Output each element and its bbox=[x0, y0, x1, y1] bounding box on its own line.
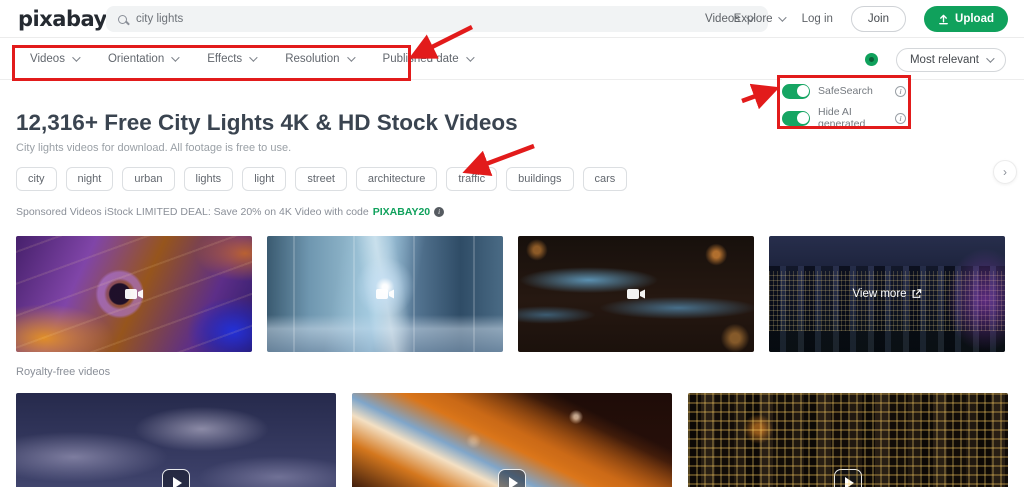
tag-traffic[interactable]: traffic bbox=[446, 167, 497, 191]
chevron-down-icon bbox=[249, 53, 257, 61]
sponsored-banner: Sponsored Videos iStock LIMITED DEAL: Sa… bbox=[16, 206, 444, 218]
tags-scroll-next-button[interactable]: › bbox=[993, 160, 1017, 184]
tag-city[interactable]: city bbox=[16, 167, 57, 191]
sponsored-video-motion-blur-street[interactable] bbox=[267, 236, 503, 352]
video-highrise-windows[interactable] bbox=[688, 393, 1008, 487]
external-link-icon bbox=[912, 289, 922, 299]
sponsored-view-more-card[interactable]: View more bbox=[769, 236, 1005, 352]
chevron-down-icon bbox=[986, 54, 994, 62]
info-icon[interactable]: i bbox=[895, 86, 906, 97]
search-icon bbox=[118, 15, 127, 24]
join-button[interactable]: Join bbox=[851, 6, 906, 32]
sponsored-text: Sponsored Videos iStock LIMITED DEAL: Sa… bbox=[16, 206, 369, 218]
video-camera-icon bbox=[627, 288, 645, 300]
login-link[interactable]: Log in bbox=[802, 13, 833, 25]
search-settings-panel: SafeSearch i Hide AI generated i bbox=[782, 79, 906, 133]
search-input[interactable] bbox=[136, 13, 697, 25]
search-bar[interactable]: Videos bbox=[106, 6, 768, 32]
filter-orientation[interactable]: Orientation bbox=[108, 53, 177, 65]
filter-label: Resolution bbox=[285, 53, 339, 65]
sort-label: Most relevant bbox=[910, 54, 979, 66]
info-icon[interactable]: i bbox=[895, 113, 906, 124]
chevron-down-icon bbox=[72, 53, 80, 61]
tag-lights[interactable]: lights bbox=[184, 167, 234, 191]
tag-street[interactable]: street bbox=[295, 167, 347, 191]
chevron-down-icon bbox=[347, 53, 355, 61]
upload-icon bbox=[938, 14, 949, 25]
tag-cars[interactable]: cars bbox=[583, 167, 628, 191]
video-camera-icon bbox=[125, 288, 143, 300]
upload-button[interactable]: Upload bbox=[924, 6, 1008, 32]
filter-label: Effects bbox=[207, 53, 242, 65]
filter-media-type[interactable]: Videos bbox=[30, 53, 78, 65]
safesearch-row: SafeSearch i bbox=[782, 79, 906, 103]
safesearch-toggle[interactable] bbox=[782, 84, 810, 99]
filter-bar-right: Most relevant bbox=[865, 39, 1006, 80]
login-label: Log in bbox=[802, 13, 833, 25]
settings-icon[interactable] bbox=[865, 53, 878, 66]
info-icon[interactable]: i bbox=[434, 207, 444, 217]
header-nav: Explore Log in Join Upload bbox=[734, 0, 1008, 38]
view-more-link[interactable]: View more bbox=[852, 288, 921, 300]
video-night-sky-clouds[interactable] bbox=[16, 393, 336, 487]
hide-ai-row: Hide AI generated i bbox=[782, 106, 906, 130]
filter-resolution[interactable]: Resolution bbox=[285, 53, 352, 65]
sponsored-video-blue-light-trails[interactable] bbox=[518, 236, 754, 352]
royalty-free-video-row bbox=[16, 393, 1008, 487]
top-navbar: pixabay Videos Explore Log in Join Up bbox=[0, 0, 1024, 38]
tag-buildings[interactable]: buildings bbox=[506, 167, 573, 191]
hide-ai-label: Hide AI generated bbox=[818, 106, 895, 130]
filter-label: Published date bbox=[383, 53, 459, 65]
sponsored-video-aerial-interchange[interactable] bbox=[16, 236, 252, 352]
related-tags: city night urban lights light street arc… bbox=[16, 167, 627, 191]
video-camera-icon bbox=[376, 288, 394, 300]
filter-bar: Videos Orientation Effects Resolution Pu… bbox=[0, 39, 1024, 80]
annotation-arrow-toggles bbox=[742, 90, 772, 101]
tag-night[interactable]: night bbox=[66, 167, 114, 191]
play-icon bbox=[162, 469, 190, 487]
tag-light[interactable]: light bbox=[242, 167, 286, 191]
filter-effects[interactable]: Effects bbox=[207, 53, 255, 65]
video-orange-light-trails[interactable] bbox=[352, 393, 672, 487]
explore-menu[interactable]: Explore bbox=[734, 13, 784, 25]
explore-label: Explore bbox=[734, 13, 773, 25]
play-icon bbox=[834, 469, 862, 487]
chevron-down-icon bbox=[778, 13, 786, 21]
chevron-down-icon bbox=[171, 53, 179, 61]
pixabay-logo[interactable]: pixabay bbox=[18, 7, 107, 31]
purple-glow-graphic bbox=[945, 248, 1005, 352]
play-icon bbox=[498, 469, 526, 487]
royalty-free-section-label: Royalty-free videos bbox=[16, 366, 110, 378]
tag-architecture[interactable]: architecture bbox=[356, 167, 437, 191]
page-subtitle: City lights videos for download. All foo… bbox=[16, 142, 291, 154]
hide-ai-toggle[interactable] bbox=[782, 111, 810, 126]
upload-label: Upload bbox=[955, 13, 994, 25]
filter-dropdowns: Videos Orientation Effects Resolution Pu… bbox=[30, 53, 472, 65]
promo-code-link[interactable]: PIXABAY20 bbox=[373, 206, 430, 218]
sponsored-video-row: View more bbox=[16, 236, 1005, 352]
chevron-right-icon: › bbox=[1003, 165, 1007, 179]
chevron-down-icon bbox=[466, 53, 474, 61]
sort-dropdown[interactable]: Most relevant bbox=[896, 48, 1006, 72]
filter-label: Videos bbox=[30, 53, 65, 65]
filter-published-date[interactable]: Published date bbox=[383, 53, 472, 65]
filter-label: Orientation bbox=[108, 53, 164, 65]
page-title: 12,316+ Free City Lights 4K & HD Stock V… bbox=[16, 110, 518, 136]
safesearch-label: SafeSearch bbox=[818, 85, 895, 97]
pixabay-video-search-page: pixabay Videos Explore Log in Join Up bbox=[0, 0, 1024, 487]
view-more-label: View more bbox=[852, 288, 906, 300]
tag-urban[interactable]: urban bbox=[122, 167, 174, 191]
